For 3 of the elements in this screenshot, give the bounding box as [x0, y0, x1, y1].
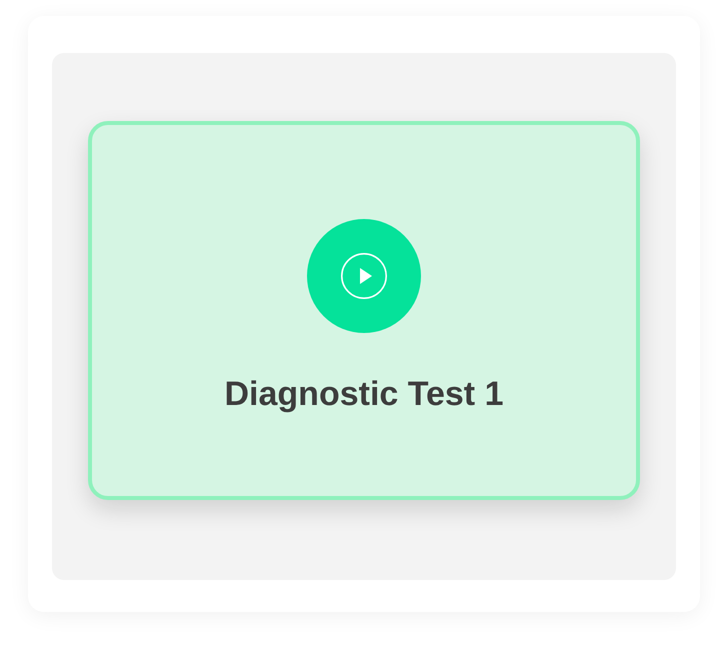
play-icon: [341, 253, 387, 299]
test-title: Diagnostic Test 1: [224, 374, 504, 414]
test-card[interactable]: Diagnostic Test 1: [88, 121, 640, 500]
